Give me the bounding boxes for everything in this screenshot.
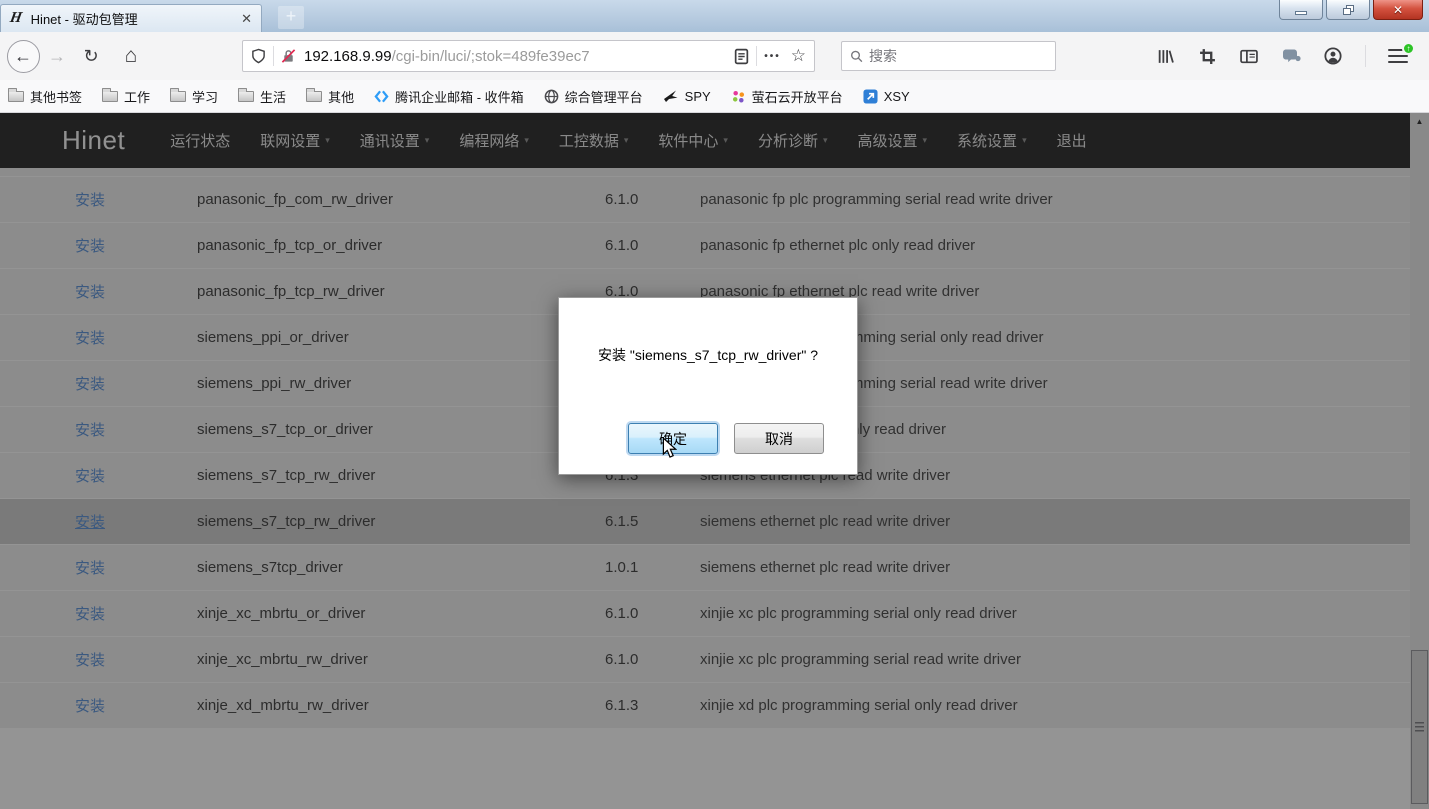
color-dots-icon [731, 89, 746, 104]
account-button[interactable] [1316, 39, 1350, 73]
folder-icon [238, 91, 254, 102]
bookmark-folder-other-bookmarks[interactable]: 其他书签 [8, 87, 82, 106]
new-tab-button[interactable]: + [278, 6, 304, 29]
site-favicon-icon: H [9, 10, 24, 27]
hamburger-icon: ↑ [1388, 49, 1408, 63]
page-actions-icon[interactable]: ••• [764, 51, 781, 62]
bookmark-folder-misc[interactable]: 其他 [306, 87, 354, 106]
folder-icon [306, 91, 322, 102]
library-button[interactable] [1148, 39, 1182, 73]
bookmark-xsy[interactable]: XSY [863, 89, 910, 104]
url-path: /cgi-bin/luci/;stok=489fe39ec7 [392, 48, 735, 65]
search-bar[interactable] [841, 41, 1056, 71]
confirm-dialog: 安装 "siemens_s7_tcp_rw_driver" ? 确定 取消 [558, 297, 858, 475]
crop-icon [1199, 48, 1216, 65]
search-input[interactable] [869, 48, 1047, 64]
bookmark-label: 其他书签 [30, 87, 82, 106]
forward-button[interactable]: → [40, 39, 74, 73]
bookmark-tencent-mail[interactable]: 腾讯企业邮箱 - 收件箱 [374, 87, 524, 106]
update-badge-icon: ↑ [1402, 42, 1415, 55]
back-icon: ← [7, 40, 40, 73]
bookmark-ezviz[interactable]: 萤石云开放平台 [731, 87, 843, 106]
bookmark-label: 萤石云开放平台 [752, 87, 843, 106]
browser-toolbar: ← → ↻ ⌂ 192.168.9.99 /cgi-bin/luci/;stok… [0, 32, 1429, 80]
bookmark-label: SPY [685, 89, 711, 104]
bookmark-label: XSY [884, 89, 910, 104]
home-icon: ⌂ [125, 44, 138, 68]
tracking-shield-icon[interactable] [251, 48, 266, 64]
folder-icon [102, 91, 118, 102]
chat-bubble-icon [1282, 48, 1301, 65]
sidebar-button[interactable] [1232, 39, 1266, 73]
window-close-button[interactable]: ✕ [1373, 0, 1423, 20]
folder-icon [8, 91, 24, 102]
close-icon: ✕ [1393, 3, 1403, 17]
reload-icon: ↻ [83, 46, 98, 67]
page-content: 安装 panasonic_fp_com_or_driver 6.1.0 pana… [0, 113, 1429, 809]
tencent-mail-icon [374, 89, 389, 104]
bookmark-folder-work[interactable]: 工作 [102, 87, 150, 106]
cancel-button[interactable]: 取消 [734, 423, 824, 454]
bookmark-folder-study[interactable]: 学习 [170, 87, 218, 106]
search-icon [850, 49, 864, 64]
bookmarks-bar: 其他书签 工作 学习 生活 其他 腾讯企业邮箱 - 收件箱 综合管理平台 S [0, 80, 1429, 113]
forward-icon: → [48, 46, 66, 67]
insecure-lock-icon[interactable] [281, 48, 296, 64]
sidebar-icon [1240, 48, 1258, 65]
mouse-cursor [662, 437, 677, 459]
bookmark-label: 腾讯企业邮箱 - 收件箱 [395, 87, 524, 106]
folder-icon [170, 91, 186, 102]
browser-tab[interactable]: H Hinet - 驱动包管理 ✕ [0, 4, 262, 32]
bookmark-spy[interactable]: SPY [663, 89, 711, 104]
bookmark-label: 综合管理平台 [565, 87, 643, 106]
globe-icon [544, 89, 559, 104]
back-button[interactable]: ← [6, 39, 40, 73]
url-host: 192.168.9.99 [304, 48, 392, 65]
bookmark-folder-life[interactable]: 生活 [238, 87, 286, 106]
dialog-message: 安装 "siemens_s7_tcp_rw_driver" ? [559, 345, 857, 365]
home-button[interactable]: ⌂ [114, 39, 148, 73]
bookmark-label: 生活 [260, 87, 286, 106]
jet-icon [663, 89, 679, 103]
window-minimize-button[interactable] [1279, 0, 1323, 20]
bookmark-admin-platform[interactable]: 综合管理平台 [544, 87, 643, 106]
tab-close-icon[interactable]: ✕ [241, 11, 252, 27]
bookmark-label: 其他 [328, 87, 354, 106]
arrow-square-icon [863, 89, 878, 104]
screenshot-button[interactable] [1190, 39, 1224, 73]
app-menu-button[interactable]: ↑ [1381, 39, 1415, 73]
bookmark-star-icon[interactable]: ☆ [791, 46, 806, 66]
window-restore-button[interactable] [1326, 0, 1370, 20]
reload-button[interactable]: ↻ [74, 39, 108, 73]
reader-view-icon[interactable] [734, 48, 749, 65]
library-icon [1157, 48, 1174, 65]
minimize-icon [1295, 11, 1307, 15]
tab-title: Hinet - 驱动包管理 [31, 9, 235, 28]
bookmark-label: 学习 [192, 87, 218, 106]
titlebar: H Hinet - 驱动包管理 ✕ + ✕ [0, 0, 1429, 32]
url-bar[interactable]: 192.168.9.99 /cgi-bin/luci/;stok=489fe39… [242, 40, 815, 72]
restore-icon [1343, 5, 1354, 15]
bookmark-label: 工作 [124, 87, 150, 106]
account-icon [1324, 47, 1342, 65]
chat-extension-button[interactable] [1274, 39, 1308, 73]
